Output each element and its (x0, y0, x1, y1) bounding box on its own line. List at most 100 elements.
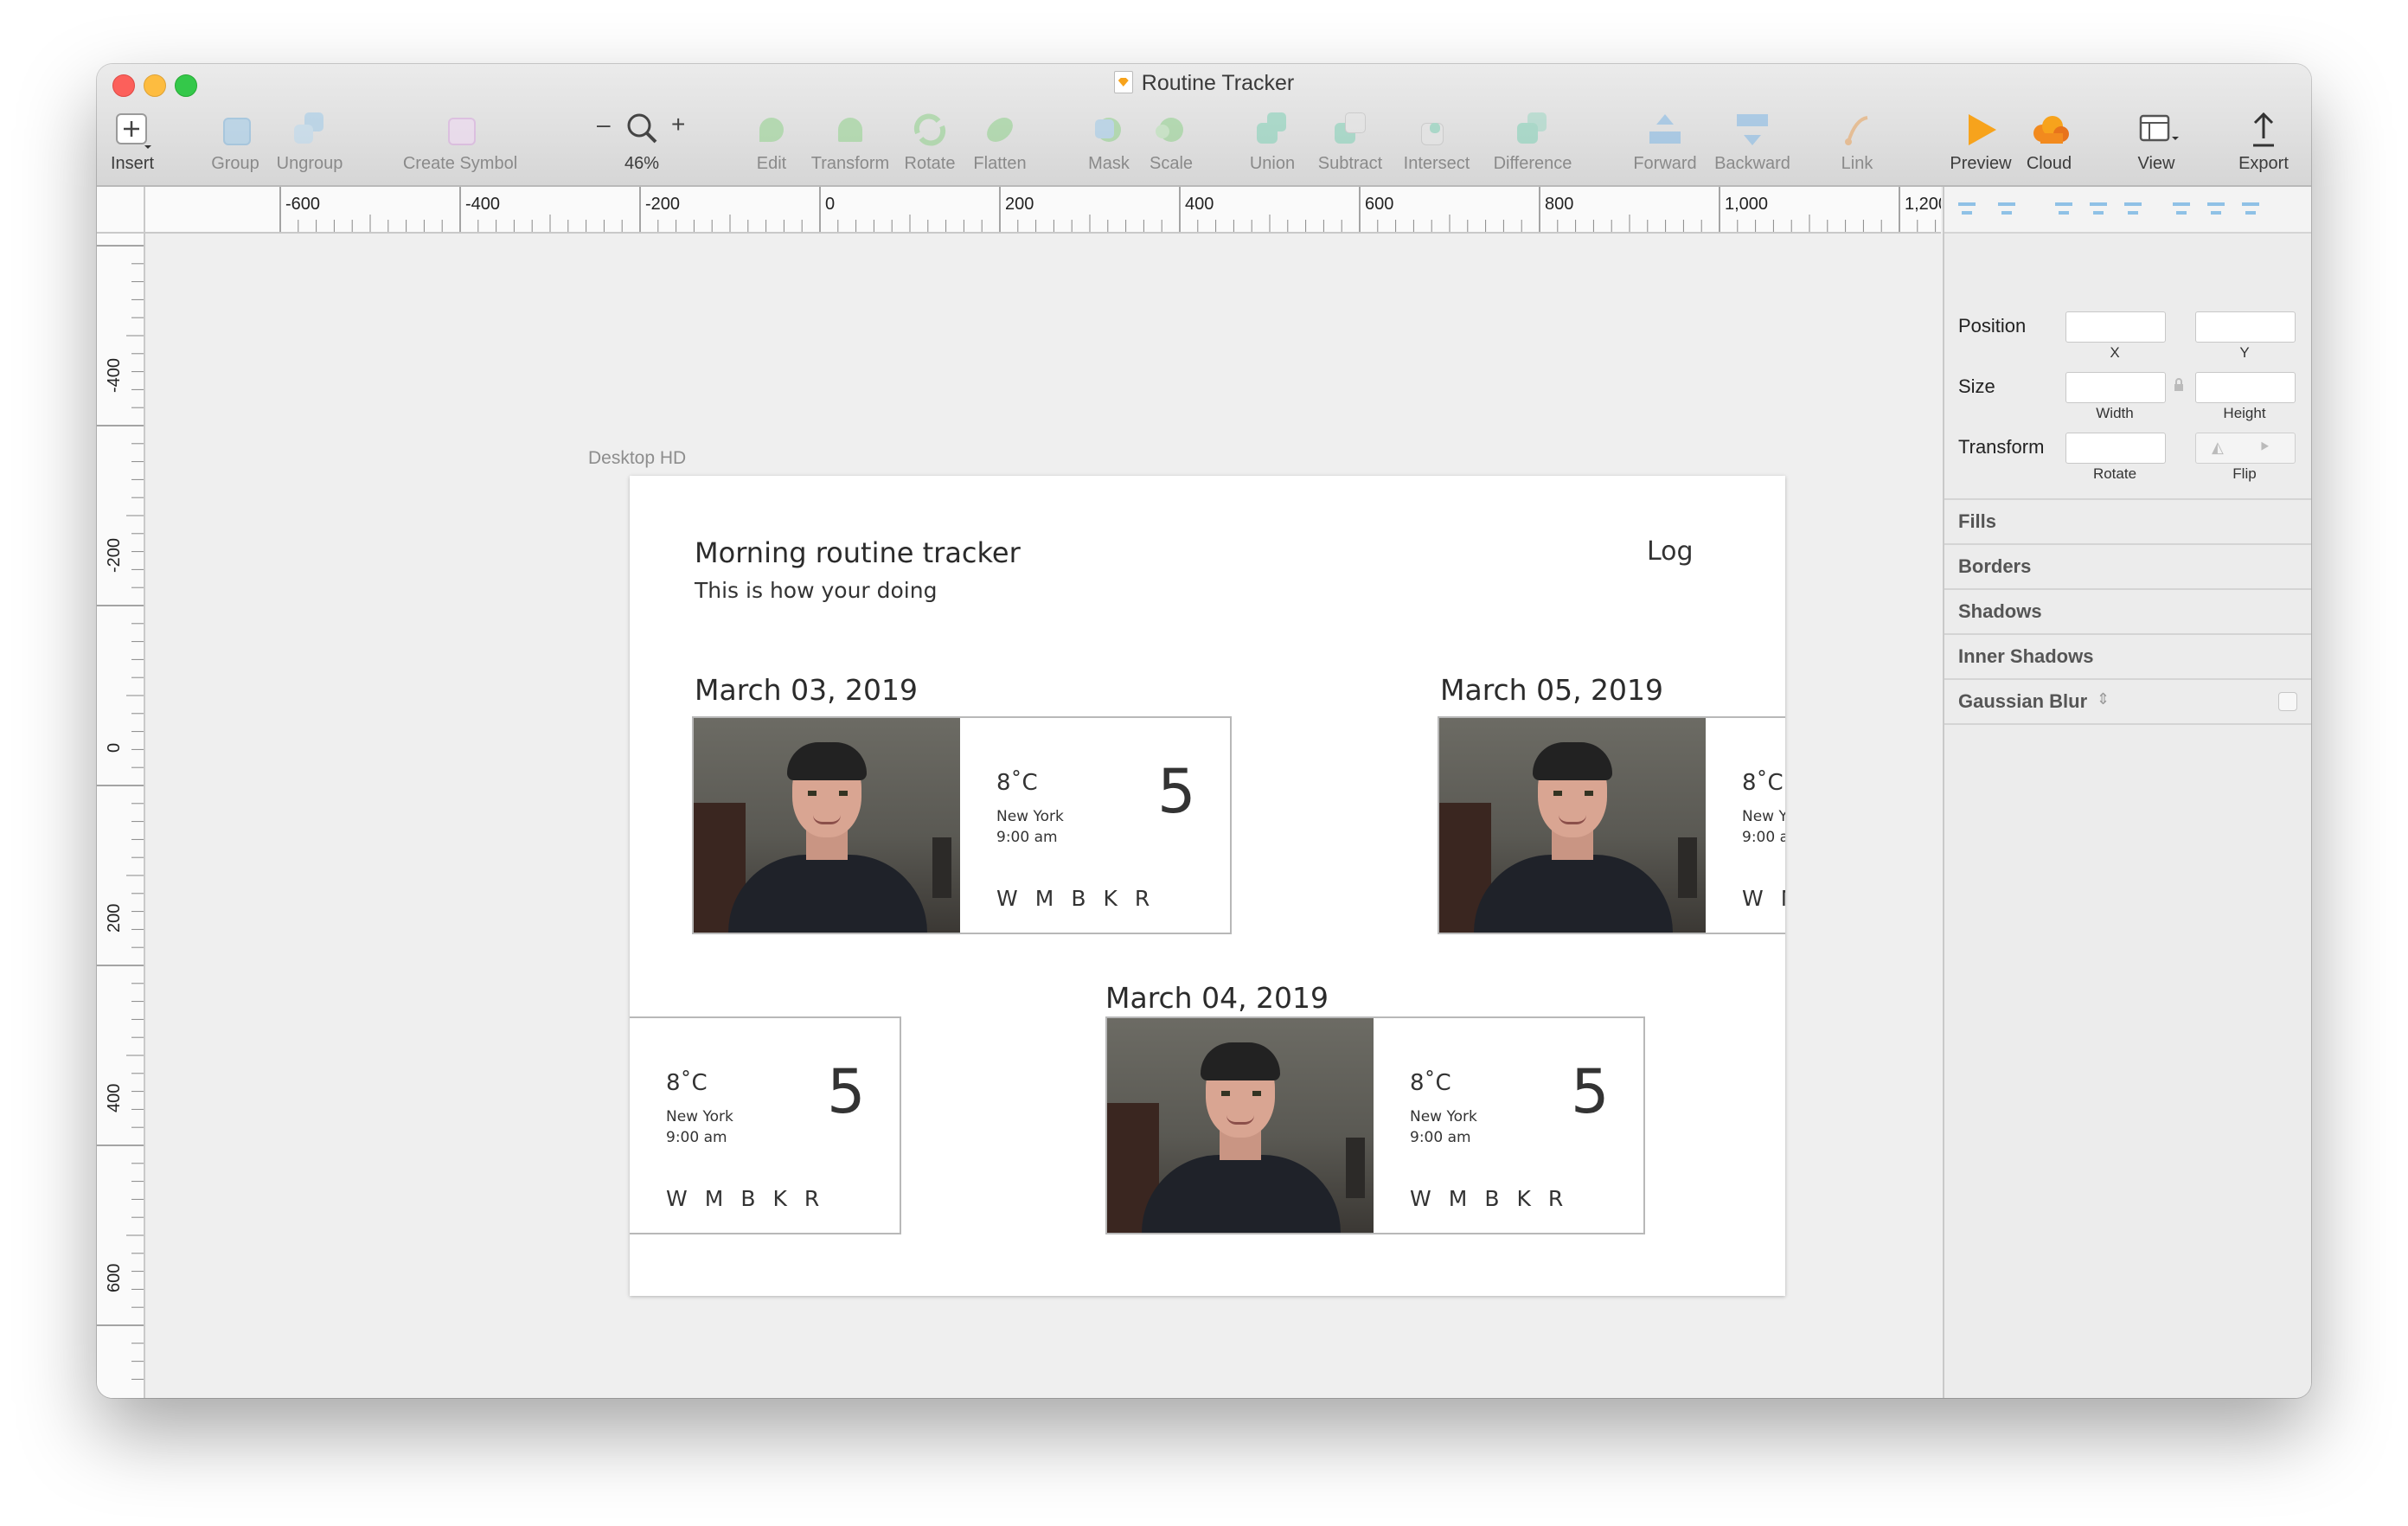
score: 5 (827, 1056, 866, 1127)
align-bottom-icon[interactable] (2240, 199, 2261, 220)
height-input[interactable] (2195, 372, 2296, 403)
transform-button[interactable]: Transform (804, 111, 896, 174)
time: 9:00 am (1742, 829, 1785, 846)
gaussian-blur-section[interactable]: Gaussian Blur ⇕ (1944, 678, 2311, 725)
export-button[interactable]: Export (2233, 111, 2294, 174)
position-x-input[interactable] (2065, 311, 2166, 343)
flip-caption: Flip (2232, 465, 2257, 482)
group-button[interactable]: Group (209, 111, 261, 174)
horizontal-ruler[interactable]: -600-400-20002004006008001,0001,2001,400 (97, 187, 1941, 234)
group-icon (216, 111, 254, 149)
insert-button[interactable]: Insert (104, 111, 161, 174)
preview-button[interactable]: Preview (1946, 111, 2015, 174)
zoom-level: 46% (624, 154, 660, 173)
edit-icon (752, 111, 791, 149)
ruler-label: 0 (825, 195, 835, 214)
lock-icon[interactable] (2173, 377, 2185, 393)
symbol-icon (441, 111, 479, 149)
zoom-in-button[interactable]: + (671, 111, 685, 138)
artboard-desktop-hd[interactable]: Morning routine tracker This is how your… (630, 476, 1785, 1296)
chevron-updown-icon[interactable]: ⇕ (2097, 690, 2110, 708)
rotate-icon (911, 111, 949, 149)
entry-card[interactable]: 8˚C New York 9:00 am 5 WMBKR (692, 716, 1232, 934)
backward-icon (1733, 111, 1771, 149)
temperature: 8˚C (996, 770, 1038, 796)
entry-card[interactable]: 8˚C New York 9:00 am 5 WMBKR (1438, 716, 1785, 934)
city: New York (1410, 1108, 1477, 1125)
rotate-caption: Rotate (2092, 465, 2137, 482)
sketch-document-icon (1113, 71, 1133, 93)
intersect-icon (1418, 111, 1456, 149)
flip-horizontal-icon[interactable]: ◭ (2212, 439, 2224, 457)
rotate-button[interactable]: Rotate (900, 111, 960, 174)
scale-icon (1152, 111, 1190, 149)
canvas[interactable]: Desktop HD Morning routine tracker This … (145, 234, 1941, 1398)
borders-section[interactable]: Borders (1944, 543, 2311, 588)
view-button[interactable]: View (2128, 111, 2185, 174)
intersect-button[interactable]: Intersect (1398, 111, 1476, 174)
ruler-label: 800 (1545, 195, 1573, 214)
align-right-icon[interactable] (2123, 199, 2143, 220)
blur-enable-checkbox[interactable] (2278, 692, 2297, 711)
ruler-label: 600 (1365, 195, 1393, 214)
ruler-label: 1,000 (1725, 195, 1768, 214)
selfie-photo (1107, 1018, 1374, 1233)
position-y-input[interactable] (2195, 311, 2296, 343)
align-center-icon[interactable] (2088, 199, 2109, 220)
ungroup-icon (291, 111, 329, 149)
score: 5 (1157, 756, 1196, 827)
x-caption: X (2110, 344, 2120, 361)
align-top-icon[interactable] (2171, 199, 2192, 220)
difference-button[interactable]: Difference (1484, 111, 1581, 174)
width-input[interactable] (2065, 372, 2166, 403)
scale-button[interactable]: Scale (1145, 111, 1197, 174)
artboard-name[interactable]: Desktop HD (588, 448, 686, 469)
log-link[interactable]: Log (1647, 536, 1694, 567)
inspector-panel: Position X Y Size Width Height Transform… (1943, 187, 2311, 1398)
app-window: Routine Tracker Insert Group Ungroup Cre… (97, 64, 2311, 1398)
ungroup-button[interactable]: Ungroup (273, 111, 346, 174)
backward-button[interactable]: Backward (1709, 111, 1796, 174)
rotate-input[interactable] (2065, 433, 2166, 464)
subtract-button[interactable]: Subtract (1313, 111, 1387, 174)
time: 9:00 am (666, 1129, 727, 1146)
entry-date: March 05, 2019 (1440, 673, 1664, 707)
ruler-ticks: -400-2000200400600800 (97, 245, 144, 1380)
vertical-ruler[interactable]: -400-2000200400600800 (97, 234, 145, 1398)
time: 9:00 am (1410, 1129, 1471, 1146)
cloud-button[interactable]: Cloud (2022, 111, 2076, 174)
link-button[interactable]: Link (1835, 111, 1879, 174)
transform-icon (831, 111, 869, 149)
align-left-icon[interactable] (2053, 199, 2074, 220)
entry-card[interactable]: 8˚C New York 9:00 am 5 WMBKR (1105, 1016, 1645, 1234)
distribute-horizontal-icon[interactable] (1956, 199, 1977, 220)
flip-vertical-icon[interactable]: ⯈ (2258, 439, 2270, 457)
align-middle-icon[interactable] (2206, 199, 2226, 220)
mask-button[interactable]: Mask (1083, 111, 1135, 174)
zoom-out-button[interactable]: – (597, 111, 611, 138)
position-label: Position (1958, 315, 2027, 337)
union-button[interactable]: Union (1242, 111, 1303, 174)
magnifier-icon (624, 111, 659, 153)
routine-letters: WMBKR (996, 886, 1150, 911)
y-caption: Y (2239, 344, 2250, 361)
edit-button[interactable]: Edit (747, 111, 796, 174)
flatten-button[interactable]: Flatten (965, 111, 1034, 174)
ruler-label: -400 (105, 358, 124, 393)
entry-card[interactable]: 8˚C New York 9:00 am 5 WMBKR (630, 1016, 901, 1234)
city: New York (666, 1108, 733, 1125)
mask-icon (1090, 111, 1128, 149)
plus-icon (113, 111, 151, 149)
view-icon (2137, 111, 2179, 149)
flip-control[interactable]: ◭ ⯈ (2195, 433, 2296, 464)
distribute-vertical-icon[interactable] (1996, 199, 2017, 220)
create-symbol-button[interactable]: Create Symbol (400, 111, 521, 174)
forward-button[interactable]: Forward (1628, 111, 1702, 174)
fills-section[interactable]: Fills (1944, 498, 2311, 543)
height-caption: Height (2223, 405, 2266, 421)
ruler-label: -200 (645, 195, 680, 214)
inner-shadows-section[interactable]: Inner Shadows (1944, 633, 2311, 678)
routine-letters: WMBKR (666, 1186, 820, 1211)
shadows-section[interactable]: Shadows (1944, 588, 2311, 633)
ruler-ticks: -600-400-20002004006008001,0001,2001,400 (279, 187, 1941, 232)
